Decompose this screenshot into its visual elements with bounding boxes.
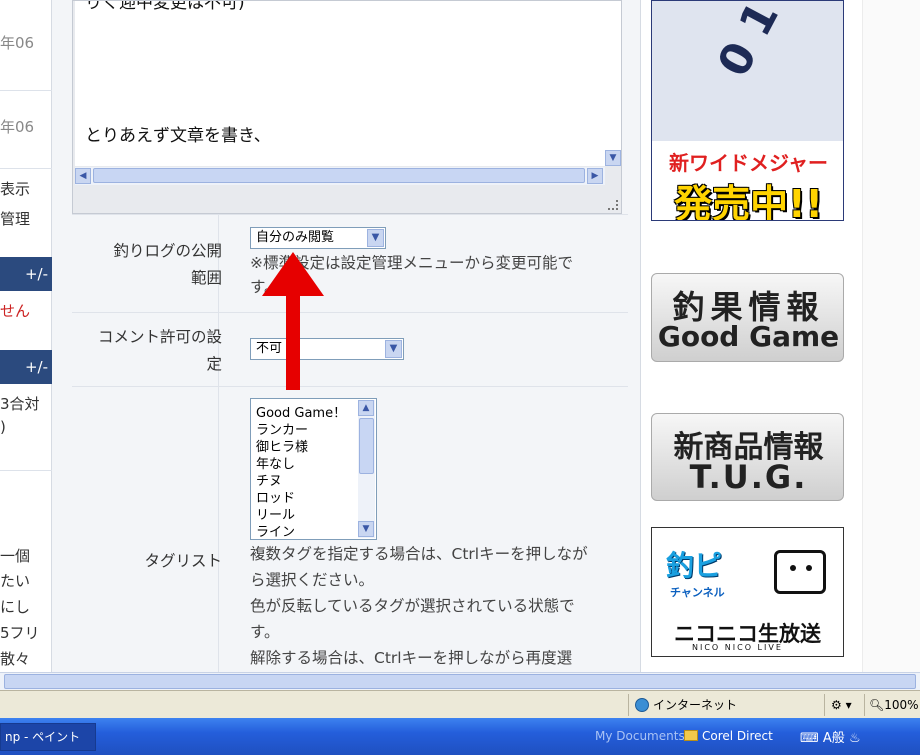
left-divider [0,90,52,91]
left-text: たい [0,572,31,590]
tag-listbox[interactable]: Good Game！ ランカー 御ヒラ様 年なし チヌ ロッド リール ライン … [250,398,377,540]
left-date-1: 年06 [0,34,35,52]
ad-column: 0 1 2 3 新ワイドメジャー 発売中!! 釣果情報 Good Game 新商… [640,0,862,672]
publish-label: 釣りログの公開 [113,242,222,260]
zoom-pane[interactable]: 🔍︎100% [864,694,920,716]
ad-headline: 発売中!! [674,182,823,221]
tray-icon[interactable]: ♨ [849,731,861,746]
ad-banner-measure[interactable]: 0 1 2 3 新ワイドメジャー 発売中!! [651,0,844,221]
editor-line: -- [85,157,97,166]
left-divider [0,168,52,169]
globe-icon [635,698,649,712]
publish-label: 範囲 [190,269,222,287]
taskbar-button-paint[interactable]: np - ペイント [0,723,96,751]
editor-horizontal-scrollbar[interactable]: ◀ ▶ [75,167,605,185]
zone-pane: インターネット [628,694,824,716]
system-tray[interactable]: ⌨ A般 ♨ [800,727,920,747]
left-toggle-button[interactable]: +/- [0,257,52,291]
tag-note: ら選択ください。 [250,571,375,589]
left-text: 散々 [0,650,31,668]
listbox-scrollbar[interactable]: ▲ ▼ [358,400,375,538]
left-link-manage[interactable]: 管理 [0,208,30,229]
zoom-level: 100% [884,698,919,712]
browser-status-bar: インターネット ⚙ ▾ 🔍︎100% [0,690,920,718]
ad-banner-nico-live[interactable]: 釣ピ チャンネル ニコニコ生放送 NICO NICO LIVE [651,527,844,657]
left-date-2: 年06 [0,118,35,136]
tag-note: 解除する場合は、Ctrlキーを押しながら再度選 [250,649,573,667]
ad-title: 新ワイドメジャー [669,151,828,175]
protected-mode-icon[interactable]: ⚙ ▾ [824,694,864,716]
channel-label: チャンネル [670,586,725,599]
scroll-right-icon[interactable]: ▶ [587,168,603,184]
tag-note: 色が反転しているタグが選択されている状態で [250,597,575,615]
body-editor[interactable]: りく迎中変更は不可) とりあえず文章を書き、 -- ▼ ◀ ▶ [72,0,622,214]
zone-label: インターネット [653,698,738,712]
tag-note: す。 [250,623,280,641]
tag-label: タグリスト [144,552,222,570]
comment-select[interactable]: 不可 ▼ [250,338,404,360]
left-text: 一個 [0,547,31,565]
left-text: にし [0,598,31,616]
scroll-down-icon[interactable]: ▼ [358,521,374,537]
tv-icon [774,550,826,594]
comment-select-value: 不可 [256,341,283,356]
left-divider [0,470,52,471]
channel-logo: 釣ピ [666,549,723,582]
scroll-down-icon[interactable]: ▼ [605,150,621,166]
ad-banner-new-products[interactable]: 新商品情報 T.U.G. [651,413,844,501]
corel-direct-link[interactable]: Corel Direct [684,729,773,743]
left-text: 5フリ [0,624,40,642]
scroll-up-icon[interactable]: ▲ [358,400,374,416]
zoom-icon: 🔍︎ [869,698,885,712]
body-textarea[interactable]: りく迎中変更は不可) とりあえず文章を書き、 -- [75,1,605,166]
scroll-thumb[interactable] [359,418,374,474]
windows-taskbar: np - ペイント My Documents Corel Direct ⌨ A般… [0,718,920,755]
left-text: ) [0,418,6,436]
ad-subtitle: Good Game [657,320,840,353]
scroll-thumb[interactable] [93,168,585,183]
left-sidebar: 年06 年06 表示 管理 +/- せん +/- 3合対 ) 一個 たい にし … [0,0,52,672]
left-toggle-button[interactable]: +/- [0,350,52,384]
nico-subtitle: NICO NICO LIVE [692,643,783,652]
folder-icon [684,730,698,741]
page-horizontal-scrollbar[interactable] [0,672,920,690]
resize-grip-icon[interactable] [608,200,618,210]
left-notice: せん [0,302,31,320]
ad-subtitle: T.U.G. [689,458,808,496]
right-gutter [862,0,920,672]
comment-label: 定 [206,355,222,373]
left-link-display[interactable]: 表示 [0,178,30,199]
scroll-thumb[interactable] [4,674,916,689]
tag-note: 複数タグを指定する場合は、Ctrlキーを押しなが [250,545,588,563]
tag-option[interactable]: ライン [256,521,295,539]
chevron-down-icon[interactable]: ▼ [385,340,402,358]
main-form: りく迎中変更は不可) とりあえず文章を書き、 -- ▼ ◀ ▶ 釣りログの公開 … [52,0,640,672]
editor-vertical-scrollbar[interactable]: ▼ [605,1,621,166]
comment-label: コメント許可の設 [97,328,222,346]
publish-select[interactable]: 自分のみ閲覧 ▼ [250,227,386,249]
scroll-left-icon[interactable]: ◀ [75,168,91,184]
tv-eye [790,565,796,571]
left-text: 3合対 [0,395,40,413]
ad-banner-catch-info[interactable]: 釣果情報 Good Game [651,273,844,362]
red-arrow-shaft [286,285,300,390]
chevron-down-icon[interactable]: ▼ [367,229,384,247]
taskbar-toolbar: My Documents Corel Direct ⌨ A般 ♨ [590,718,920,755]
keyboard-icon[interactable]: ⌨ [800,731,819,746]
ime-indicator[interactable]: A般 [823,731,845,746]
my-documents-link[interactable]: My Documents [595,729,685,743]
tv-eye [806,565,812,571]
editor-line: りく迎中変更は不可) [85,1,245,13]
corel-label: Corel Direct [702,729,773,743]
publish-select-value: 自分のみ閲覧 [256,230,335,245]
editor-line: とりあえず文章を書き、 [85,126,271,146]
